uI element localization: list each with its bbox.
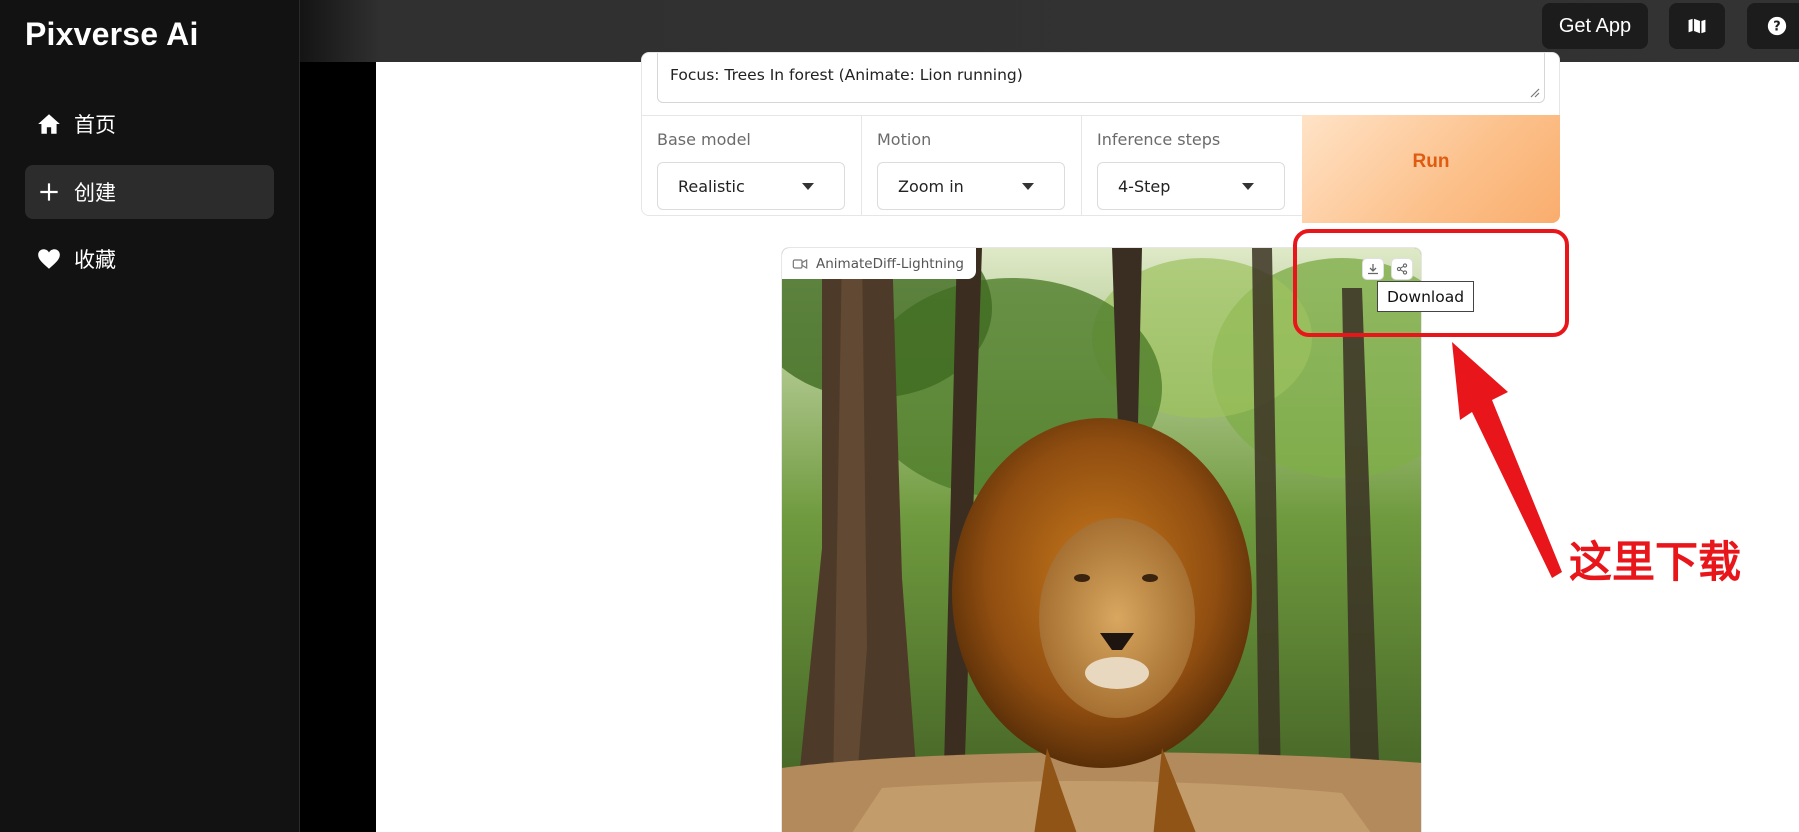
svg-text:?: ? <box>1773 20 1780 35</box>
motion-value: Zoom in <box>898 176 964 196</box>
motion-label: Motion <box>877 130 932 149</box>
base-model-value: Realistic <box>678 176 745 196</box>
inference-steps-select[interactable]: 4-Step <box>1097 162 1285 210</box>
motion-field: Motion Zoom in <box>862 116 1082 216</box>
inference-steps-value: 4-Step <box>1118 176 1171 196</box>
video-label: AnimateDiff-Lightning <box>782 248 977 279</box>
base-model-field: Base model Realistic <box>642 116 862 216</box>
caret-down-icon <box>1242 183 1254 190</box>
home-icon <box>38 114 60 134</box>
caret-down-icon <box>1022 183 1034 190</box>
caret-down-icon <box>802 183 814 190</box>
prompt-textarea[interactable]: Focus: Trees In forest (Animate: Lion ru… <box>657 53 1545 103</box>
map-icon <box>1687 16 1707 36</box>
help-button[interactable]: ? <box>1747 3 1799 49</box>
sidebar-item-home[interactable]: 首页 <box>25 97 274 151</box>
annotation-text: 这里下载 <box>1569 538 1741 588</box>
sidebar-item-label: 收藏 <box>74 248 116 272</box>
main-content: Focus: Trees In forest (Animate: Lion ru… <box>376 52 1799 832</box>
inference-steps-field: Inference steps 4-Step <box>1082 116 1302 216</box>
options-row: Base model Realistic Motion Zoom in Infe… <box>642 115 1560 223</box>
sidebar-item-label: 首页 <box>74 113 116 137</box>
heart-icon <box>38 249 60 269</box>
run-button[interactable]: Run <box>1302 115 1560 223</box>
base-model-label: Base model <box>657 130 751 149</box>
annotation-highlight-box <box>1293 229 1569 337</box>
annotation-arrow-icon <box>1452 342 1562 578</box>
inference-steps-label: Inference steps <box>1097 130 1221 149</box>
generation-form: Focus: Trees In forest (Animate: Lion ru… <box>641 52 1560 223</box>
base-model-select[interactable]: Realistic <box>657 162 845 210</box>
sidebar: Pixverse Ai 首页 创建 收藏 <box>0 0 300 832</box>
video-label-text: AnimateDiff-Lightning <box>816 255 965 272</box>
plus-icon <box>40 183 58 201</box>
prompt-value: Focus: Trees In forest (Animate: Lion ru… <box>670 66 1023 84</box>
get-app-button[interactable]: Get App <box>1542 3 1648 49</box>
app-logo[interactable]: Pixverse Ai <box>25 16 199 53</box>
video-camera-icon <box>792 258 808 269</box>
sidebar-item-label: 创建 <box>74 181 116 205</box>
sidebar-item-create[interactable]: 创建 <box>25 165 274 219</box>
sidebar-item-favorites[interactable]: 收藏 <box>25 232 274 286</box>
resize-grip-icon[interactable] <box>1530 88 1540 98</box>
help-icon: ? <box>1767 16 1787 36</box>
map-button[interactable] <box>1669 3 1725 49</box>
motion-select[interactable]: Zoom in <box>877 162 1065 210</box>
